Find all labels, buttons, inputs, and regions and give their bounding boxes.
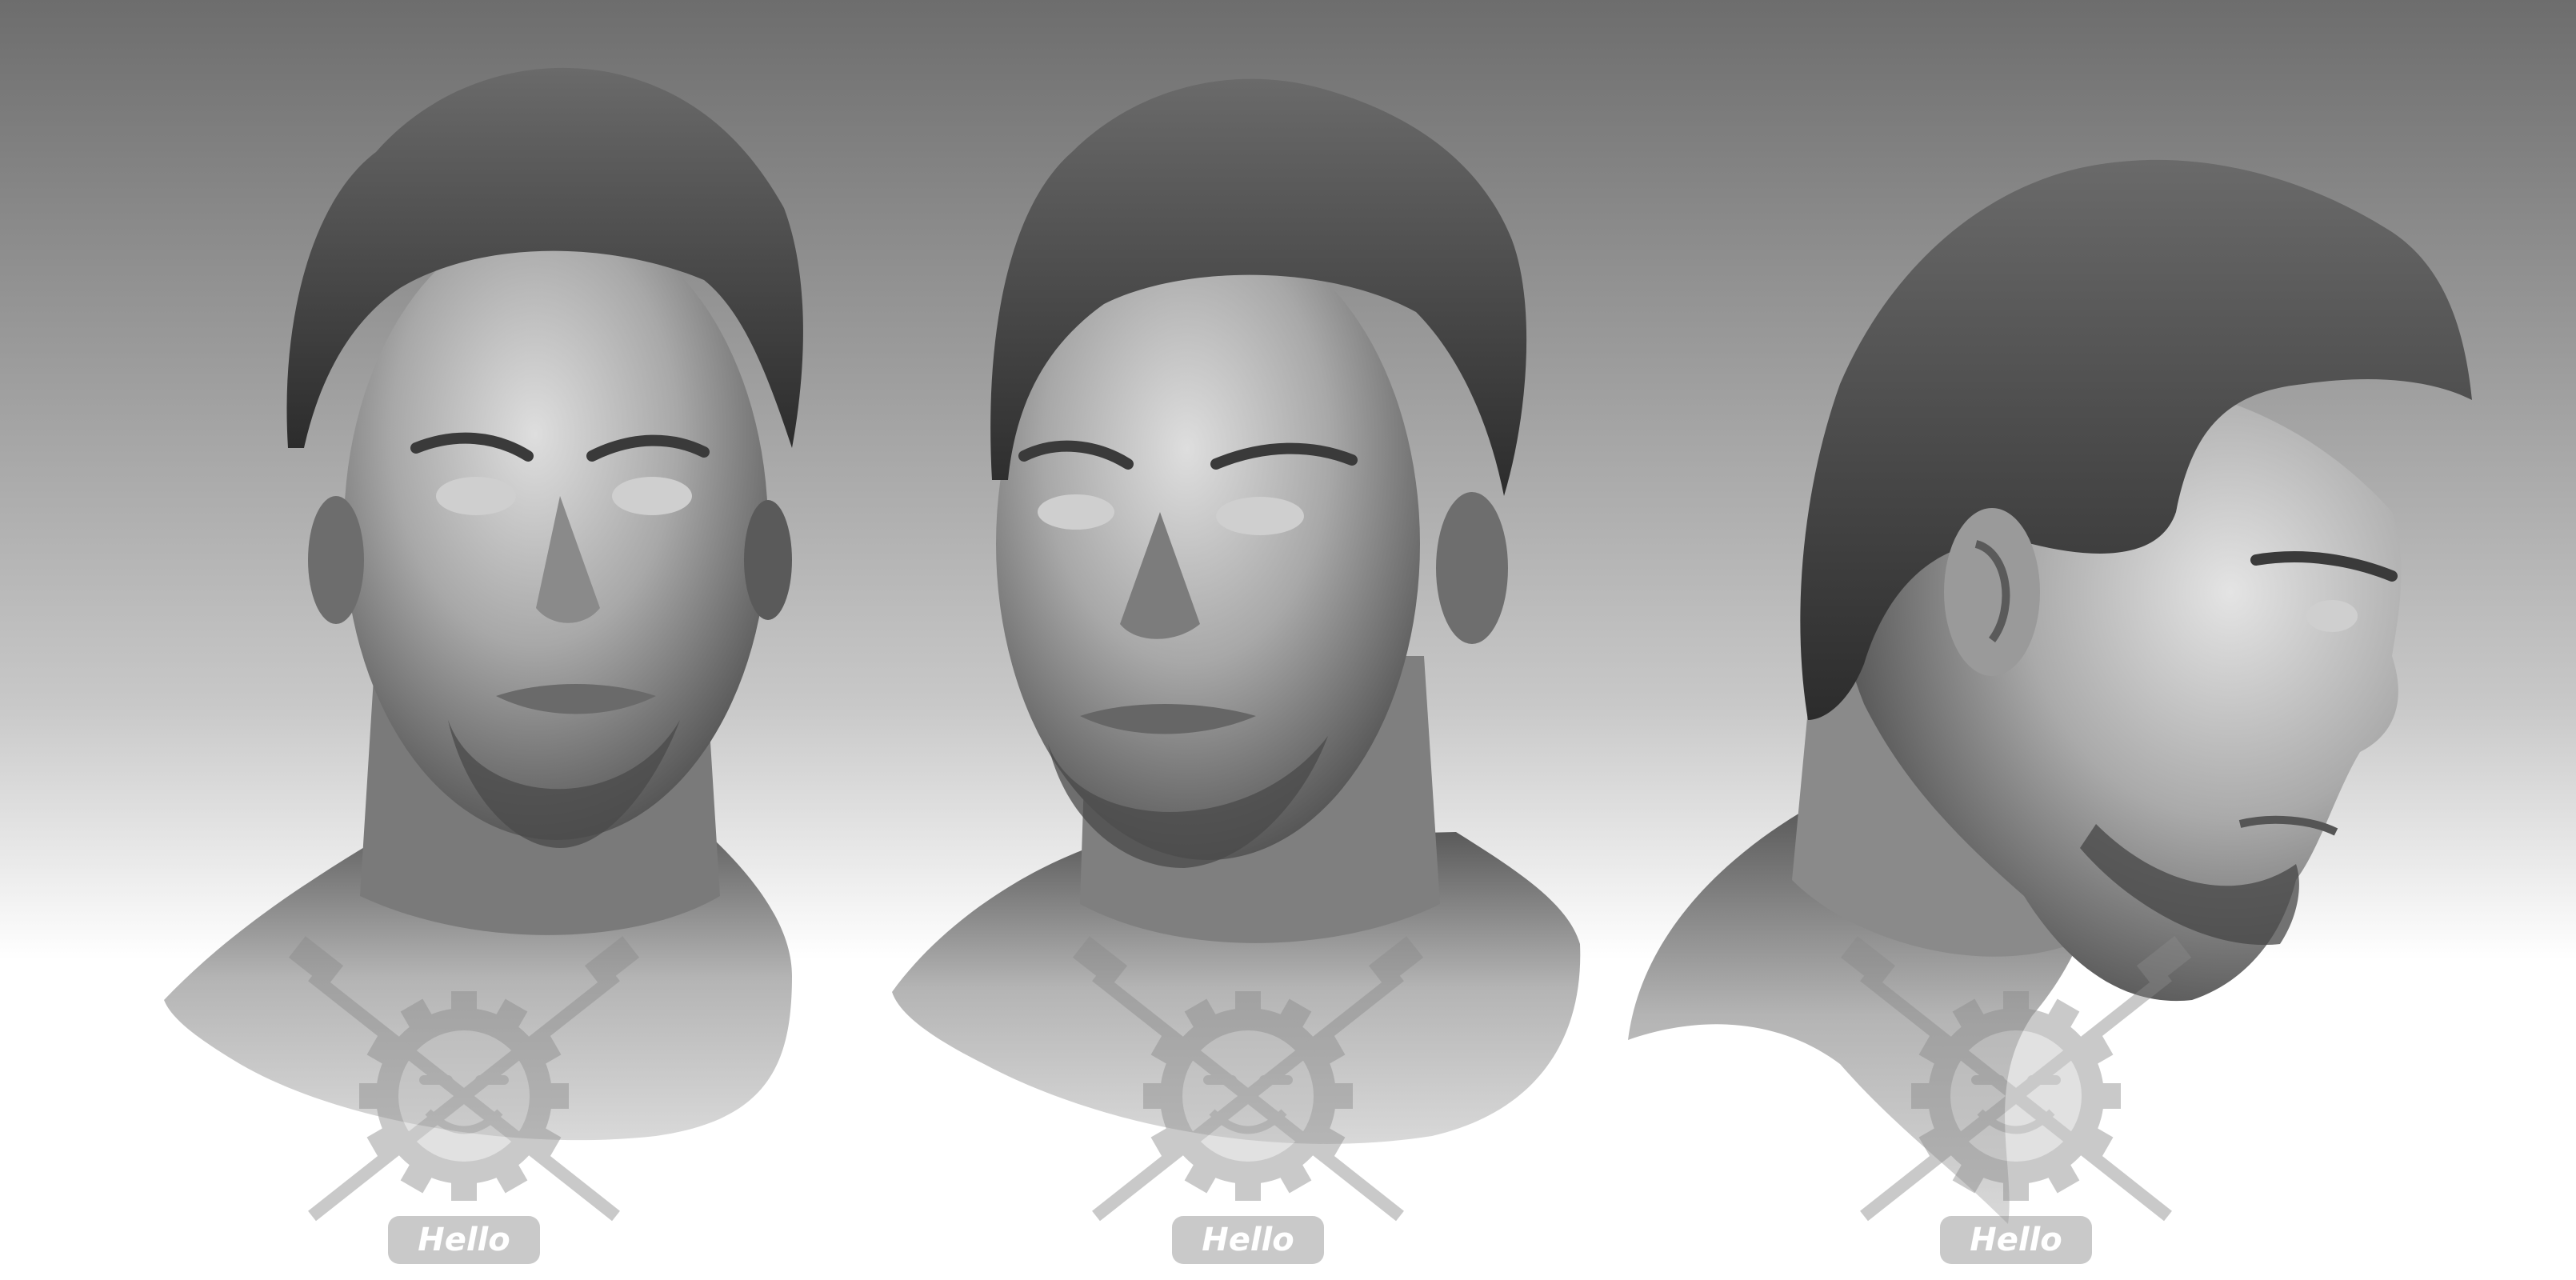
eye-left-three-quarter bbox=[1038, 494, 1114, 530]
watermark-text: Hello bbox=[1202, 1222, 1294, 1258]
eye-left-front bbox=[436, 477, 516, 515]
eye-right-front bbox=[612, 477, 692, 515]
ear-left-front bbox=[308, 496, 364, 624]
render-stage: Hello Hello Hello bbox=[0, 0, 2576, 1280]
ear-three-quarter bbox=[1436, 492, 1508, 644]
eye-profile bbox=[2306, 600, 2358, 632]
ear-profile bbox=[1944, 508, 2040, 676]
watermark-text: Hello bbox=[418, 1222, 510, 1258]
eye-right-three-quarter bbox=[1216, 497, 1304, 535]
ear-right-front bbox=[744, 500, 792, 620]
sculpt-render: Hello Hello Hello bbox=[0, 0, 2576, 1280]
watermark-text: Hello bbox=[1970, 1222, 2062, 1258]
